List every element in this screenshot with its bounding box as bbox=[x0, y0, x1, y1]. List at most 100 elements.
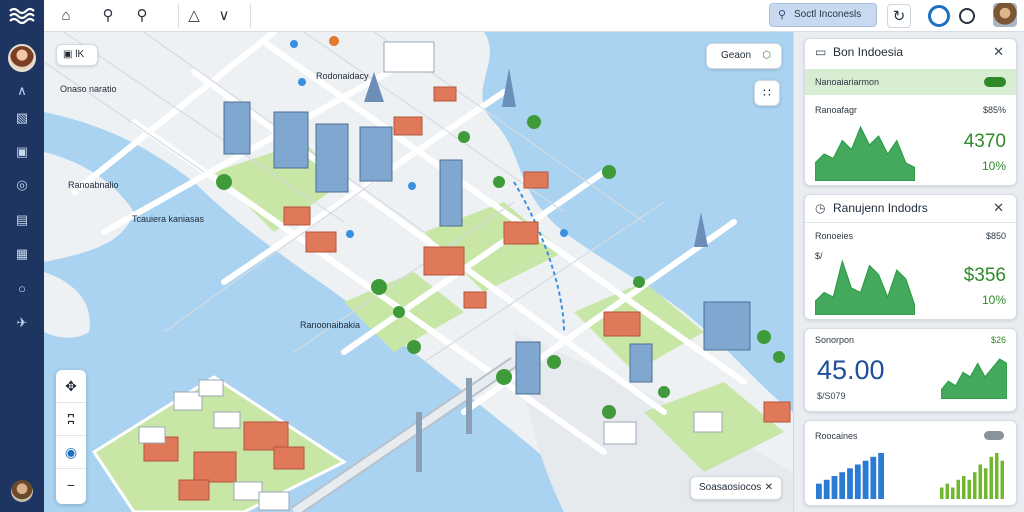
metric-sub: $/S079 bbox=[817, 391, 846, 401]
card-4-blue-bars-bar bbox=[847, 468, 853, 499]
card-4-green-bars-bar bbox=[978, 464, 982, 499]
metric-value-small: $850 bbox=[985, 231, 1006, 241]
clipboard-icon[interactable]: ▤ bbox=[10, 209, 34, 231]
home-icon[interactable]: ⌂ bbox=[54, 4, 78, 28]
card-4-green-bars-bar bbox=[940, 487, 944, 499]
search-icon: ⚲ bbox=[778, 9, 787, 21]
metric-label: Sonorpon bbox=[815, 335, 855, 345]
shapes-icon[interactable]: △ bbox=[182, 4, 206, 28]
card-4-green-bars-bar bbox=[984, 468, 988, 499]
card-2-trend-area bbox=[815, 259, 915, 315]
close-icon[interactable]: ✕ bbox=[765, 477, 773, 499]
metric-percent: 10% bbox=[981, 159, 1006, 173]
chevron-up-icon[interactable]: ∧ bbox=[10, 80, 34, 102]
map-info-text: Soasaosiocos bbox=[699, 482, 762, 493]
card-4-green-bars-bar bbox=[1000, 460, 1004, 499]
card-4-green-bars-bar bbox=[951, 487, 955, 499]
card-4-blue-bars-bar bbox=[831, 476, 838, 499]
divider bbox=[178, 4, 179, 28]
divider bbox=[250, 4, 251, 28]
card-4-green-bars-bar bbox=[989, 456, 993, 499]
card-4-green-bars-bar bbox=[967, 479, 971, 499]
user-avatar[interactable] bbox=[8, 44, 36, 72]
metric-value-small: $85% bbox=[982, 105, 1006, 115]
close-icon[interactable]: ✕ bbox=[993, 195, 1004, 221]
map-label[interactable]: Rodonaidacy bbox=[316, 71, 369, 81]
card-title: Ranujenn Indodrs bbox=[833, 201, 928, 215]
map-info-chip[interactable]: Soasaosiocos ✕ bbox=[690, 476, 782, 500]
map-search-card[interactable]: Geaon ⬡ bbox=[706, 43, 782, 69]
card-4-green-bars-bar bbox=[973, 472, 977, 499]
toggle-switch[interactable] bbox=[984, 431, 1004, 440]
card-4-green-bars-bar bbox=[956, 479, 960, 499]
stats-card-1[interactable]: ▭ Bon Indoesia ✕ Nanoaiariarmon Ranoafag… bbox=[804, 38, 1017, 186]
metric-value-small: $26 bbox=[990, 335, 1006, 345]
pin-tool-icon[interactable]: ʭ bbox=[56, 403, 86, 436]
refresh-icon[interactable]: ↻ bbox=[887, 4, 911, 28]
search-pill-label: Soctl Inconesls bbox=[794, 9, 862, 20]
briefcase-icon[interactable]: ▣ bbox=[10, 141, 34, 163]
card-4-green-bars-bar bbox=[945, 483, 949, 499]
search-alt-icon[interactable]: ⚲ bbox=[130, 4, 154, 28]
city-map[interactable]: Onaso naratio Rodonaidacy Ranoabnalio Tc… bbox=[44, 32, 793, 512]
plane-icon[interactable]: ✈ bbox=[10, 312, 34, 334]
layers-icon[interactable]: ▧ bbox=[10, 107, 34, 129]
bar-chart bbox=[940, 453, 1004, 499]
left-rail: ∧ ▧ ▣ ◎ ▤ ▦ ○ ✈ bbox=[0, 0, 44, 512]
user-profile-avatar[interactable] bbox=[993, 3, 1017, 27]
circle-icon[interactable] bbox=[959, 8, 975, 24]
map-label[interactable]: Ranoabnalio bbox=[68, 180, 119, 190]
gallery-icon[interactable]: ▦ bbox=[10, 243, 34, 265]
bottom-avatar[interactable] bbox=[11, 480, 33, 502]
compass-icon[interactable]: ◎ bbox=[10, 174, 34, 196]
banner-text: Nanoaiariarmon bbox=[815, 77, 880, 87]
card-4-blue-bars-bar bbox=[839, 472, 846, 499]
chevron-down-icon[interactable]: ∨ bbox=[212, 4, 236, 28]
map-canvas bbox=[44, 32, 793, 512]
clock-icon: ◷ bbox=[815, 201, 826, 215]
globe-icon[interactable]: ○ bbox=[10, 278, 34, 300]
right-panel: ▭ Bon Indoesia ✕ Nanoaiariarmon Ranoafag… bbox=[793, 32, 1024, 512]
minus-icon[interactable]: − bbox=[56, 469, 86, 502]
waves-logo-icon[interactable] bbox=[6, 4, 38, 26]
grid-icon: ∷ bbox=[763, 86, 771, 100]
card-3-trend-area bbox=[941, 358, 1007, 399]
bar-chart bbox=[816, 453, 884, 499]
map-label[interactable]: Ranoonaibakia bbox=[300, 320, 360, 330]
card-4-blue-bars-bar bbox=[854, 464, 861, 499]
map-layer-text: lK bbox=[75, 49, 85, 60]
card-4-blue-bars-bar bbox=[870, 456, 877, 499]
map-search-text: Geaon bbox=[721, 50, 752, 61]
map-label[interactable]: Tcauiera kaniasas bbox=[132, 214, 204, 224]
status-banner: Nanoaiariarmon bbox=[805, 69, 1016, 95]
metric-label: Ronoeies bbox=[815, 231, 854, 241]
card-1-trend-area bbox=[815, 125, 915, 181]
big-metric: 45.00 bbox=[817, 355, 885, 385]
card-4-green-bars-bar bbox=[962, 476, 966, 499]
metric-percent: 10% bbox=[981, 293, 1006, 307]
move-icon[interactable]: ✥ bbox=[56, 370, 86, 403]
toggle-switch[interactable] bbox=[984, 77, 1006, 87]
trend-chart bbox=[815, 125, 915, 181]
stats-card-3[interactable]: Sonorpon $26 45.00 $/S079 bbox=[804, 328, 1017, 412]
card-header: ▭ Bon Indoesia ✕ bbox=[805, 39, 1016, 65]
stats-card-4[interactable]: Roocaines bbox=[804, 420, 1017, 506]
close-icon[interactable]: ✕ bbox=[993, 39, 1004, 65]
metric-label: Ranoafagr bbox=[815, 105, 858, 115]
record-icon[interactable] bbox=[928, 5, 950, 27]
eye-icon[interactable]: ◉ bbox=[56, 436, 86, 469]
folder-icon: ▭ bbox=[815, 45, 827, 59]
stats-card-2[interactable]: ◷ Ranujenn Indodrs ✕ Ronoeies $850 $/ $3… bbox=[804, 194, 1017, 320]
map-tools: ✥ ʭ ◉ − bbox=[56, 370, 86, 504]
search-pill[interactable]: ⚲ Soctl Inconesls bbox=[769, 3, 877, 27]
trend-chart bbox=[815, 259, 915, 315]
card-4-blue-bars-bar bbox=[816, 483, 822, 499]
map-label[interactable]: Onaso naratio bbox=[60, 84, 117, 94]
divider bbox=[805, 222, 1016, 223]
search-icon[interactable]: ⚲ bbox=[96, 4, 120, 28]
trend-chart bbox=[941, 358, 1007, 399]
top-bar: ⌂ ⚲ ⚲ △ ∨ ⚲ Soctl Inconesls ↻ bbox=[44, 0, 1024, 32]
grid-button[interactable]: ∷ bbox=[754, 80, 780, 106]
metric-label: Roocaines bbox=[815, 431, 858, 441]
map-layer-toggle[interactable]: ▣ lK bbox=[56, 44, 98, 66]
